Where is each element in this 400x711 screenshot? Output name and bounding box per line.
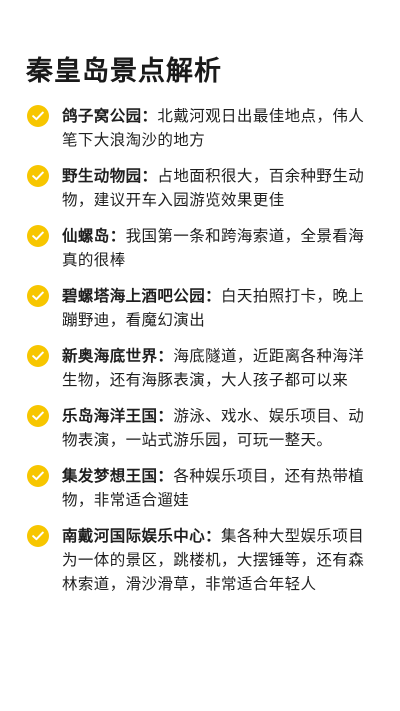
list-item: 集发梦想王国：各种娱乐项目，还有热带植物，非常适合遛娃 — [24, 464, 378, 512]
separator: ： — [157, 347, 174, 365]
attraction-name: 乐岛海洋王国 — [62, 407, 158, 425]
attraction-name: 野生动物园 — [62, 167, 142, 185]
attraction-name: 新奥海底世界 — [62, 347, 158, 365]
attraction-name: 碧螺塔海上酒吧公园 — [62, 287, 206, 305]
list-item: 乐岛海洋王国：游泳、戏水、娱乐项目、动物表演，一站式游乐园，可玩一整天。 — [24, 404, 378, 452]
check-circle-icon — [27, 285, 49, 307]
check-circle-icon — [27, 225, 49, 247]
list-item: 碧螺塔海上酒吧公园：白天拍照打卡，晚上蹦野迪，看魔幻演出 — [24, 284, 378, 332]
page-title: 秦皇岛景点解析 — [26, 56, 222, 87]
separator: ： — [141, 107, 158, 125]
separator: ： — [157, 467, 174, 485]
page: 秦皇岛景点解析 鸽子窝公园：北戴河观日出最佳地点，伟人笔下大浪淘沙的地方 野生动… — [0, 0, 400, 711]
attraction-list: 鸽子窝公园：北戴河观日出最佳地点，伟人笔下大浪淘沙的地方 野生动物园：占地面积很… — [24, 104, 378, 596]
check-circle-icon — [27, 465, 49, 487]
check-circle-icon — [27, 165, 49, 187]
list-item: 鸽子窝公园：北戴河观日出最佳地点，伟人笔下大浪淘沙的地方 — [24, 104, 378, 152]
attraction-name: 鸽子窝公园 — [62, 107, 142, 125]
list-item: 仙螺岛：我国第一条和跨海索道，全景看海真的很棒 — [24, 224, 378, 272]
check-circle-icon — [27, 345, 49, 367]
list-item: 南戴河国际娱乐中心：集各种大型娱乐项目为一体的景区，跳楼机，大摆锤等，还有森林索… — [24, 524, 378, 596]
attraction-name: 南戴河国际娱乐中心 — [62, 527, 206, 545]
separator: ： — [205, 287, 222, 305]
check-circle-icon — [27, 525, 49, 547]
separator: ： — [141, 167, 158, 185]
separator: ： — [157, 407, 174, 425]
attraction-name: 仙螺岛 — [62, 227, 110, 245]
separator: ： — [205, 527, 222, 545]
attraction-name: 集发梦想王国 — [62, 467, 158, 485]
list-item: 野生动物园：占地面积很大，百余种野生动物，建议开车入园游览效果更佳 — [24, 164, 378, 212]
check-circle-icon — [27, 105, 49, 127]
separator: ： — [109, 227, 126, 245]
list-item: 新奥海底世界：海底隧道，近距离各种海洋生物，还有海豚表演，大人孩子都可以来 — [24, 344, 378, 392]
check-circle-icon — [27, 405, 49, 427]
